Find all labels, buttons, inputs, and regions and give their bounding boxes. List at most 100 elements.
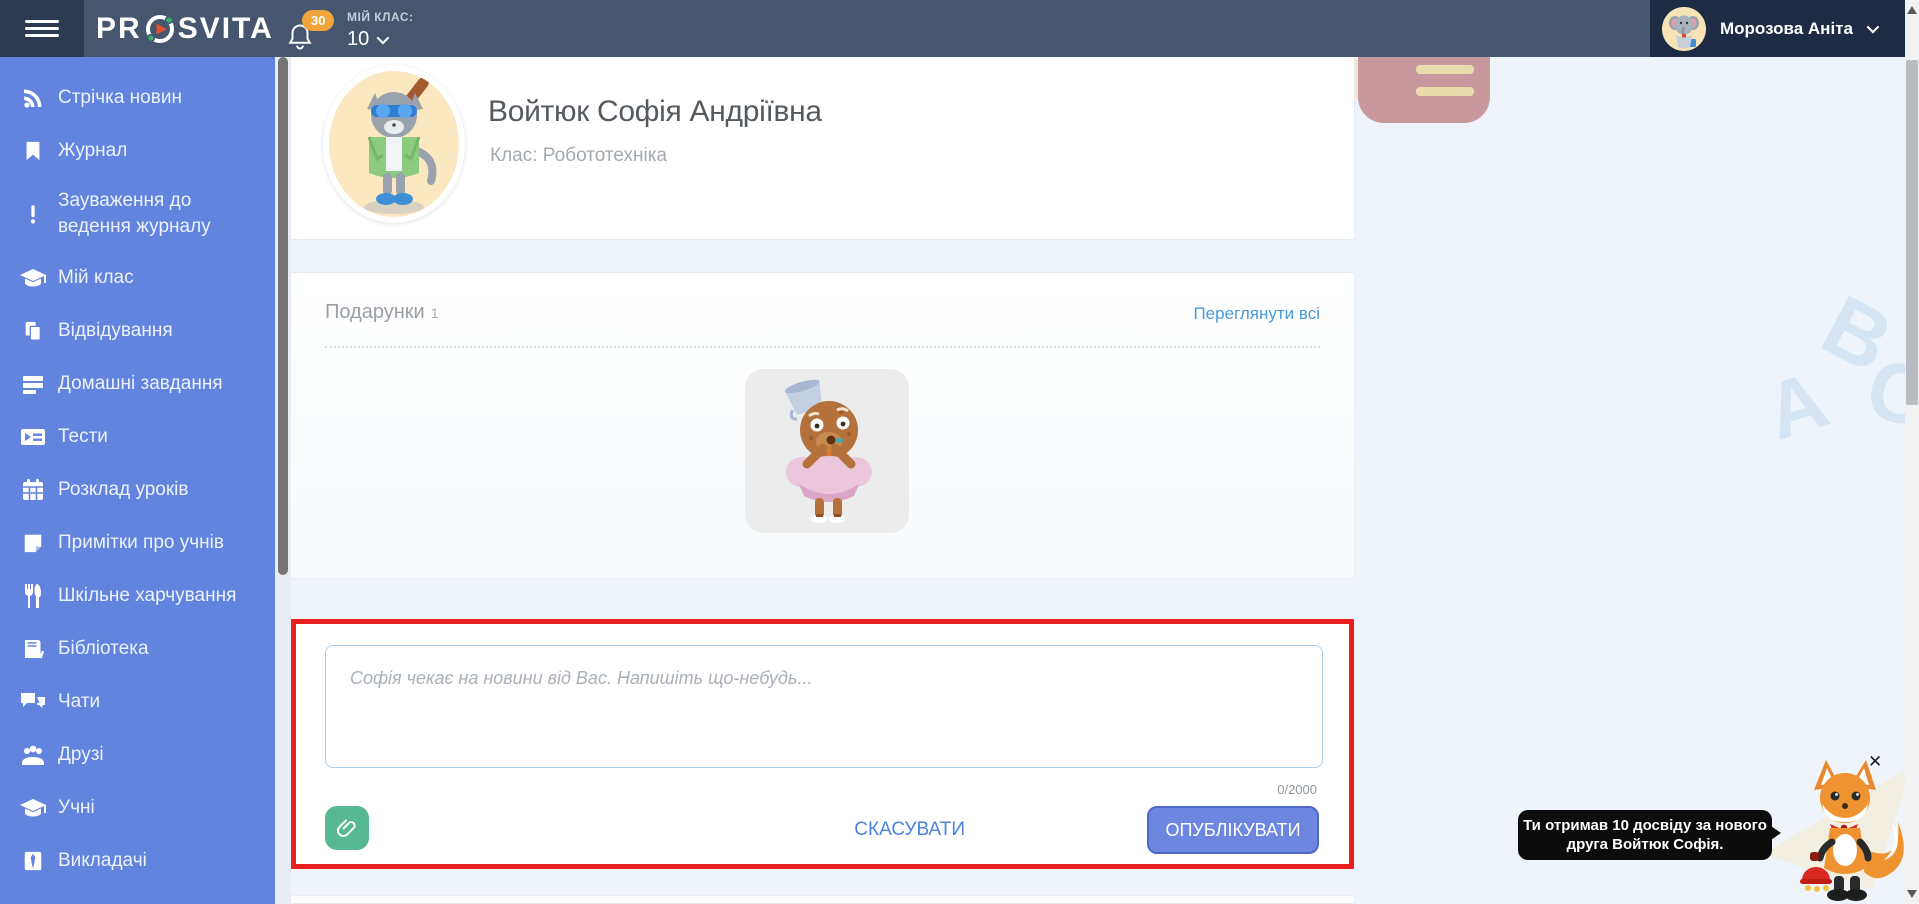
logo-o-icon (143, 12, 177, 46)
sidebar-item-label: Зауваження до ведення журналу (58, 188, 263, 240)
scroll-up-arrow[interactable] (1907, 6, 1917, 14)
test-list-icon (18, 424, 48, 450)
sidebar-item-journal-remarks[interactable]: Зауваження до ведення журналу (0, 177, 275, 251)
sidebar-item-library[interactable]: Бібліотека (0, 622, 275, 675)
note-icon (18, 530, 48, 556)
book-watermark (1358, 57, 1490, 123)
gingerbread-gift-icon (767, 376, 887, 526)
cutlery-icon (18, 583, 48, 609)
sidebar-item-label: Розклад уроків (58, 479, 189, 501)
sidebar-item-tests[interactable]: Тести (0, 410, 275, 463)
copy-icon (18, 318, 48, 344)
gifts-title: Подарунки1 (325, 301, 439, 324)
gifts-count: 1 (431, 305, 439, 321)
exclamation-icon (18, 201, 48, 227)
sidebar-item-label: Відвідування (58, 320, 173, 342)
bookmark-icon (18, 138, 48, 164)
hamburger-menu-button[interactable] (0, 0, 84, 57)
tie-icon (18, 848, 48, 874)
page-scrollbar-thumb[interactable] (1906, 60, 1918, 405)
calendar-icon (18, 477, 48, 503)
sidebar-item-chats[interactable]: Чати (0, 675, 275, 728)
sidebar-item-label: Стрічка новин (58, 87, 182, 109)
sidebar-item-label: Друзі (58, 744, 104, 766)
sidebar-item-school-meals[interactable]: Шкільне харчування (0, 569, 275, 622)
sidebar-item-student-notes[interactable]: Примітки про учнів (0, 516, 275, 569)
elephant-avatar-icon (1662, 7, 1706, 51)
notification-count-badge: 30 (302, 10, 334, 31)
post-textarea[interactable] (325, 645, 1323, 768)
fox-mascot (1788, 758, 1906, 904)
sidebar-item-my-class[interactable]: Мій клас (0, 251, 275, 304)
student-avatar (323, 65, 465, 223)
sidebar-item-label: Мій клас (58, 267, 134, 289)
my-class-label: МІЙ КЛАС: (347, 10, 414, 24)
sidebar-item-label: Тести (58, 426, 108, 448)
close-toast-icon[interactable]: ✕ (1868, 752, 1882, 772)
sidebar-item-journal[interactable]: Журнал (0, 124, 275, 177)
attach-file-button[interactable] (325, 806, 369, 850)
notifications-bell-button[interactable]: 30 (286, 22, 314, 57)
chevron-down-icon (1867, 21, 1880, 34)
view-all-gifts-link[interactable]: Переглянути всі (1193, 304, 1320, 324)
cat-avatar-icon (329, 71, 459, 217)
people-icon (18, 742, 48, 768)
chevron-down-icon (377, 32, 390, 45)
xp-toast: Ти отримав 10 досвіду за нового друга Во… (1518, 810, 1772, 860)
cancel-button[interactable]: СКАСУВАТИ (854, 819, 965, 841)
list-icon (18, 371, 48, 397)
post-composer: 0/2000 СКАСУВАТИ ОПУБЛІКУВАТИ (291, 619, 1354, 869)
book-icon (18, 636, 48, 662)
sidebar-item-label: Бібліотека (58, 638, 149, 660)
fox-mascot-icon (1788, 758, 1906, 902)
sidebar-nav: Стрічка новин Журнал Зауваження до веден… (0, 57, 275, 904)
student-name: Войтюк Софія Андріївна (488, 95, 822, 129)
sidebar-scrollbar[interactable] (275, 57, 291, 904)
student-profile-card: Войтюк Софія Андріївна Клас: Робототехні… (290, 57, 1355, 240)
sidebar-item-students[interactable]: Учні (0, 781, 275, 834)
user-menu[interactable]: Морозова Аніта (1650, 0, 1905, 57)
logo-text-pre: PR (96, 12, 142, 46)
graduation-cap-icon (18, 265, 48, 291)
user-avatar (1662, 7, 1706, 51)
rss-icon (18, 85, 48, 111)
sidebar-item-label: Викладачі (58, 850, 147, 872)
sidebar-scrollbar-thumb[interactable] (278, 57, 288, 575)
sidebar-item-news-feed[interactable]: Стрічка новин (0, 71, 275, 124)
sidebar-item-label: Шкільне харчування (58, 585, 236, 607)
sidebar-item-label: Учні (58, 797, 95, 819)
prosvita-logo[interactable]: PR SVITA (96, 0, 274, 57)
paperclip-icon (335, 816, 359, 840)
top-header: PR SVITA 30 МІЙ КЛАС: 10 (0, 0, 1919, 57)
sidebar-item-teachers[interactable]: Викладачі (0, 834, 275, 887)
gifts-card: Подарунки1 Переглянути всі (290, 272, 1355, 579)
sidebar-item-label: Журнал (58, 140, 127, 162)
sidebar-item-label: Чати (58, 691, 100, 713)
my-class-dropdown[interactable]: МІЙ КЛАС: 10 (347, 10, 414, 51)
toast-line2: друга Войтюк Софія. (1518, 835, 1772, 854)
gift-item[interactable] (745, 369, 909, 533)
logo-text-post: SVITA (178, 12, 274, 46)
graduation-cap-icon (18, 795, 48, 821)
page-scrollbar[interactable] (1905, 0, 1919, 904)
sidebar-item-label: Домашні завдання (58, 373, 223, 395)
char-counter: 0/2000 (1277, 782, 1317, 797)
user-name: Морозова Аніта (1720, 19, 1853, 39)
person-circle-icon (18, 901, 48, 904)
sidebar-item-label: Примітки про учнів (58, 532, 224, 554)
divider (325, 346, 1320, 348)
my-class-value: 10 (347, 28, 369, 51)
sidebar-item-schedule[interactable]: Розклад уроків (0, 463, 275, 516)
sidebar-item-homework[interactable]: Домашні завдання (0, 357, 275, 410)
hamburger-icon (25, 16, 59, 41)
next-card-edge (290, 895, 1355, 904)
sidebar-item-friends[interactable]: Друзі (0, 728, 275, 781)
chat-icon (18, 689, 48, 715)
publish-button[interactable]: ОПУБЛІКУВАТИ (1147, 806, 1319, 854)
sidebar-item-attendance[interactable]: Відвідування (0, 304, 275, 357)
student-class: Клас: Робототехніка (490, 145, 667, 167)
sidebar-item-parents[interactable]: Батьки (0, 887, 275, 904)
scroll-down-arrow[interactable] (1907, 890, 1917, 898)
toast-tail (1768, 824, 1781, 842)
toast-line1: Ти отримав 10 досвіду за нового (1518, 816, 1772, 835)
